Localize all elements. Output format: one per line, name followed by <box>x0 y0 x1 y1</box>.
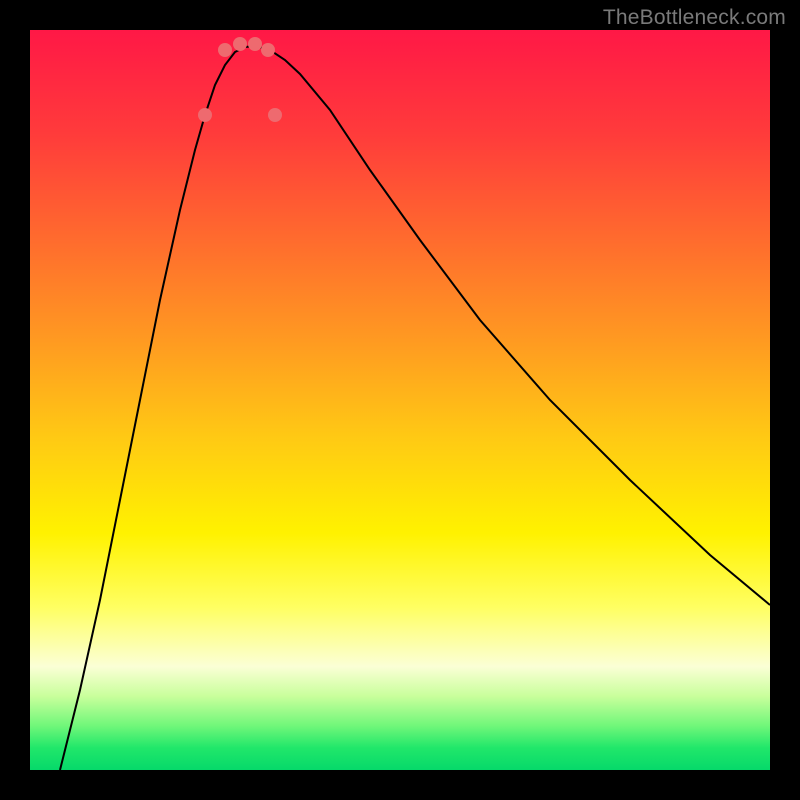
curve-marker <box>261 43 275 57</box>
watermark-text: TheBottleneck.com <box>603 6 786 30</box>
bottleneck-curve <box>60 46 770 770</box>
curve-marker <box>233 37 247 51</box>
chart-frame: TheBottleneck.com <box>0 0 800 800</box>
curve-marker <box>248 37 262 51</box>
curve-markers <box>198 37 282 122</box>
curve-marker <box>218 43 232 57</box>
curve-svg <box>30 30 770 770</box>
curve-marker <box>198 108 212 122</box>
plot-area <box>30 30 770 770</box>
curve-marker <box>268 108 282 122</box>
